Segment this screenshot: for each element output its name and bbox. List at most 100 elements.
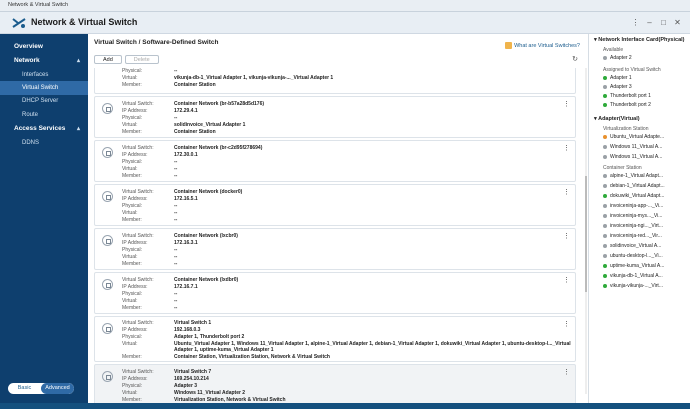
field-value: --: [174, 298, 178, 304]
advanced-mode-button[interactable]: Advanced: [41, 383, 74, 394]
field-value: Virtual Switch 7: [174, 369, 212, 375]
field-label: Virtual Switch:: [122, 101, 154, 107]
switch-card[interactable]: ⋮ Virtual Switch: Container Network (br-c…: [94, 140, 576, 182]
minimize-icon[interactable]: –: [645, 18, 654, 27]
sidebar-item-overview[interactable]: Overview: [0, 40, 88, 54]
close-icon[interactable]: ✕: [673, 18, 682, 27]
assigned-label: Assigned to Virtual Switch: [603, 67, 661, 73]
mode-toggle[interactable]: Basic Advanced: [8, 383, 74, 394]
field-value: --: [174, 68, 178, 74]
field-label: IP Address:: [122, 108, 148, 114]
field-label: Virtual:: [122, 254, 138, 260]
sidebar-item-route[interactable]: Route: [0, 108, 88, 122]
field-label: Physical:: [122, 203, 143, 209]
status-dot-icon: [603, 174, 607, 178]
adapter-item[interactable]: alpine-1_Virtual Adapt...: [603, 173, 663, 179]
adapter-item[interactable]: vikunja-db-1_Virtual A...: [603, 273, 663, 279]
more-options-icon[interactable]: ⋮: [563, 101, 570, 108]
switch-card[interactable]: Physical: -- Virtual: vikunja-db-1_Virtual…: [94, 68, 576, 94]
switch-icon: [102, 103, 113, 114]
more-options-icon[interactable]: ⋮: [563, 233, 570, 240]
nic-item[interactable]: Adapter 3: [603, 84, 632, 90]
help-link[interactable]: What are Virtual Switches?: [505, 42, 580, 49]
scrollbar[interactable]: [585, 68, 587, 394]
field-label: Member:: [122, 173, 142, 179]
adapter-item[interactable]: solidinvoice_Virtual A...: [603, 243, 661, 249]
switch-card[interactable]: ⋮ Virtual Switch: Container Network (lxdb…: [94, 272, 576, 314]
help-icon: [505, 42, 513, 49]
delete-button[interactable]: Delete: [124, 55, 159, 64]
adapter-label: alpine-1_Virtual Adapt...: [610, 173, 664, 179]
field-value: 172.16.5.1: [174, 196, 198, 202]
field-label: IP Address:: [122, 152, 148, 158]
field-value: Container Network (lxcbr0): [174, 233, 238, 239]
basic-mode-button[interactable]: Basic: [8, 383, 41, 394]
status-dot-icon: [603, 234, 607, 238]
sidebar: Overview Network ▴ Interfaces Virtual Swi…: [0, 34, 88, 403]
adapter-item[interactable]: debian-1_Virtual Adapt...: [603, 183, 665, 189]
container-station-label: Container Station: [603, 165, 642, 171]
maximize-icon[interactable]: □: [659, 18, 668, 27]
switch-card[interactable]: ⋮ Virtual Switch: Container Network (dock…: [94, 184, 576, 226]
more-options-icon[interactable]: ⋮: [563, 145, 570, 152]
add-button[interactable]: Add: [94, 55, 122, 64]
more-options-icon[interactable]: ⋮: [563, 189, 570, 196]
adapter-item[interactable]: Ubuntu_Virtual Adapte...: [603, 134, 664, 140]
status-dot-icon: [603, 244, 607, 248]
adapter-item[interactable]: ubuntu-desktop-l..._Vi...: [603, 253, 663, 259]
field-label: IP Address:: [122, 196, 148, 202]
status-dot-icon: [603, 145, 607, 149]
status-dot-icon: [603, 194, 607, 198]
status-dot-icon: [603, 274, 607, 278]
nic-item[interactable]: Adapter 2: [603, 55, 632, 61]
field-value: vikunja-db-1_Virtual Adapter 1, vikunja-…: [174, 75, 334, 81]
status-dot-icon: [603, 214, 607, 218]
adapter-item[interactable]: invoiceninja-mys..._Vi...: [603, 213, 662, 219]
field-label: Virtual:: [122, 75, 138, 81]
status-dot-icon: [603, 264, 607, 268]
sidebar-item-network[interactable]: Network ▴: [0, 54, 88, 68]
field-value: Container Network (br-b57a28d5d176): [174, 101, 265, 107]
adapter-item[interactable]: Windows 11_Virtual A...: [603, 154, 662, 160]
sidebar-item-ddns[interactable]: DDNS: [0, 136, 88, 150]
switch-card[interactable]: ⋮ Virtual Switch: Virtual Switch 1 IP Add…: [94, 316, 576, 362]
page-title: Virtual Switch / Software-Defined Switch: [94, 39, 219, 46]
field-label: Member:: [122, 217, 142, 223]
switch-card[interactable]: ⋮ Virtual Switch: Virtual Switch 7 IP Add…: [94, 364, 576, 403]
adapter-item[interactable]: invoiceninja-red..._Vir...: [603, 233, 662, 239]
switch-card[interactable]: ⋮ Virtual Switch: Container Network (br-b…: [94, 96, 576, 138]
nic-item[interactable]: Thunderbolt port 1: [603, 93, 651, 99]
adapter-label: uptime-kuma_Virtual A...: [610, 263, 665, 269]
sidebar-item-dhcp-server[interactable]: DHCP Server: [0, 94, 88, 108]
refresh-icon[interactable]: ↻: [572, 55, 578, 63]
menu-icon[interactable]: ⋮: [631, 18, 640, 27]
sidebar-item-virtual-switch[interactable]: Virtual Switch: [0, 81, 88, 95]
app-header: Network & Virtual Switch ⋮ – □ ✕: [0, 12, 690, 34]
field-label: Physical:: [122, 159, 143, 165]
adapter-item[interactable]: invoiceninja-ngi..._Virt...: [603, 223, 663, 229]
sidebar-item-interfaces[interactable]: Interfaces: [0, 68, 88, 82]
sidebar-item-access-services[interactable]: Access Services ▴: [0, 122, 88, 136]
more-options-icon[interactable]: ⋮: [563, 277, 570, 284]
field-value: 169.254.10.214: [174, 376, 209, 382]
nic-section-title[interactable]: ▾ Network Interface Card(Physical): [594, 37, 685, 43]
adapter-item[interactable]: uptime-kuma_Virtual A...: [603, 263, 664, 269]
sidebar-item-label: Route: [22, 112, 39, 118]
adapter-item[interactable]: dokuwiki_Virtual Adapt...: [603, 193, 664, 199]
more-options-icon[interactable]: ⋮: [563, 369, 570, 376]
nic-item[interactable]: Thunderbolt port 2: [603, 102, 651, 108]
switch-card[interactable]: ⋮ Virtual Switch: Container Network (lxcb…: [94, 228, 576, 270]
scrollbar-thumb[interactable]: [585, 176, 587, 292]
toolbar: Add Delete: [94, 55, 159, 65]
sidebar-item-label: Network: [14, 57, 40, 64]
status-dot-icon: [603, 94, 607, 98]
nic-item[interactable]: Adapter 1: [603, 75, 632, 81]
field-value: Container Station: [174, 82, 216, 88]
adapter-item[interactable]: vikunja-vikunja-..._Virt...: [603, 283, 663, 289]
more-options-icon[interactable]: ⋮: [563, 321, 570, 328]
adapter-item[interactable]: Windows 11_Virtual A...: [603, 144, 662, 150]
virtual-adapter-section-title[interactable]: ▾ Adapter(Virtual): [594, 116, 640, 122]
nic-label: Adapter 2: [610, 55, 632, 61]
help-link-label: What are Virtual Switches?: [514, 42, 580, 49]
adapter-item[interactable]: invoiceninja-app-..._Vi...: [603, 203, 663, 209]
